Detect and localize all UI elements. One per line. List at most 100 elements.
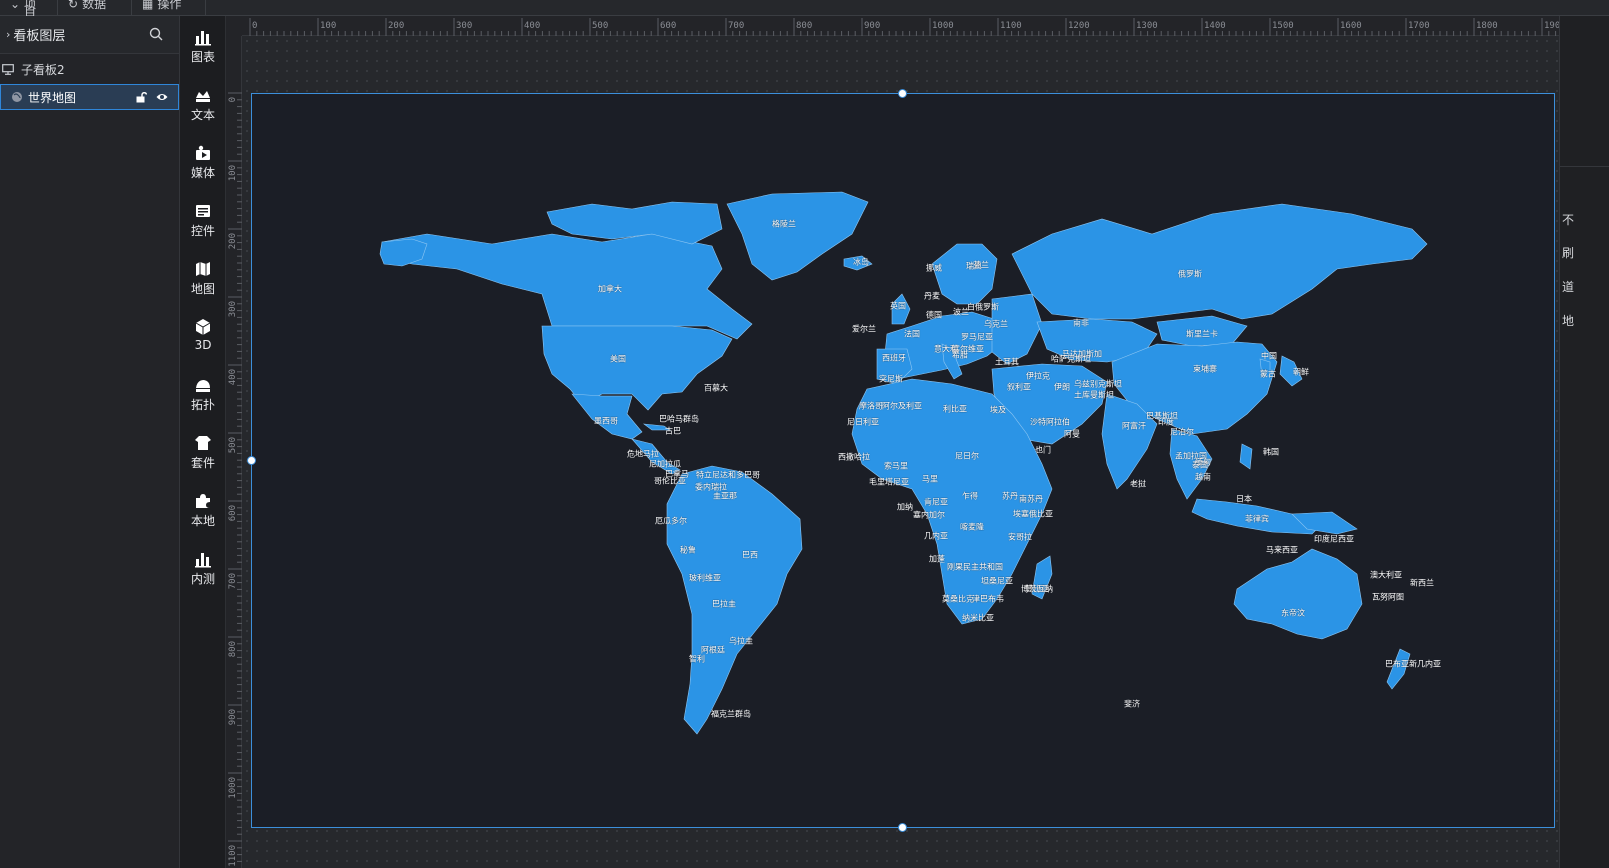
menu-project-label: 项目: [24, 0, 37, 16]
kit-icon: [195, 436, 211, 450]
resize-handle-left[interactable]: [247, 456, 256, 465]
country-label: 巴西: [742, 550, 758, 560]
resize-handle-bottom[interactable]: [898, 823, 907, 832]
tool-chart[interactable]: 图表: [180, 28, 226, 82]
tool-kit[interactable]: 套件: [180, 434, 226, 488]
map-region-usa[interactable]: [541, 325, 733, 411]
menu-data[interactable]: ↻ 数据: [58, 0, 132, 16]
eye-icon[interactable]: [156, 91, 168, 103]
country-label: 加蓬: [929, 554, 945, 564]
country-label: 澳大利亚: [1370, 570, 1402, 580]
tool-media[interactable]: 媒体: [180, 144, 226, 198]
tool-beta[interactable]: 内测: [180, 550, 226, 604]
country-label: 埃及: [990, 405, 1006, 415]
tool-media-label: 媒体: [190, 166, 215, 180]
divider: [1560, 166, 1609, 167]
country-label: 纳米比亚: [962, 613, 994, 623]
country-label: 几内亚: [924, 531, 948, 541]
cube-icon: [195, 319, 211, 335]
country-label: 巴哈马群岛: [659, 414, 699, 424]
ruler-vertical[interactable]: 0 100 200 300 400 500 600 700 800 900 1000 1100: [226, 36, 242, 868]
ruler-label: 1600: [1340, 21, 1362, 31]
property-label-4: 地: [1562, 314, 1575, 328]
resize-handle-top[interactable]: [898, 89, 907, 98]
country-label: 墨西哥: [594, 416, 618, 426]
collapse-arrow-icon[interactable]: ›: [6, 28, 10, 41]
country-label: 喀麦隆: [960, 522, 984, 532]
menu-operation-label: 操作: [157, 0, 182, 11]
ruler-label: 0: [228, 97, 238, 103]
country-label: 罗马尼亚: [961, 332, 993, 342]
ruler-label: 900: [228, 709, 238, 726]
country-label: 伊朗: [1054, 382, 1070, 392]
country-label: 希腊: [952, 350, 968, 360]
tool-local[interactable]: 本地: [180, 492, 226, 546]
ruler-label: 700: [728, 21, 745, 31]
country-label: 泰国: [1192, 460, 1208, 470]
country-label: 土耳其: [995, 357, 1019, 367]
ruler-label: 1800: [1476, 21, 1498, 31]
country-label: 英国: [890, 301, 906, 311]
country-label: 柬埔寨: [1193, 364, 1217, 374]
ruler-label: 900: [864, 21, 881, 31]
country-label: 肯尼亚: [924, 497, 948, 507]
tool-map[interactable]: 地图: [180, 260, 226, 314]
ruler-label: 1500: [1272, 21, 1294, 31]
map-region-australia[interactable]: [1233, 548, 1363, 640]
menu-data-label: 数据: [82, 0, 107, 11]
ruler-horizontal[interactable]: 0 100 200 300 400 500 600 700 800 900 1000 1100 1200…: [242, 16, 1566, 36]
top-toolbar: ⌄ 项目 ↻ 数据 ▦ 操作: [0, 0, 1609, 16]
text-icon: [196, 91, 210, 102]
country-label: 丹麦: [924, 291, 940, 301]
menu-project[interactable]: ⌄ 项目: [0, 0, 58, 16]
country-label: 刚果民主共和国: [947, 562, 1003, 572]
country-label: 加拿大: [598, 284, 622, 294]
country-label: 安哥拉: [1008, 532, 1032, 542]
ruler-label: 800: [796, 21, 813, 31]
ruler-label: 200: [228, 233, 238, 250]
country-label: 巴拉圭: [712, 599, 736, 609]
country-label: 百慕大: [704, 383, 728, 393]
country-label: 摩洛哥: [859, 401, 883, 411]
country-label: 秘鲁: [680, 545, 696, 555]
country-label: 博茨瓦纳: [1021, 584, 1053, 594]
canvas-area[interactable]: 格陵兰 加拿大 美国 墨西哥 古巴 巴哈马群岛 危地马拉 尼加拉瓜 巴拿马 哥伦比亚 委内瑞拉 圭亚那…: [242, 36, 1559, 868]
country-label: 埃塞俄比亚: [1013, 509, 1053, 519]
country-label: 朝鲜: [1293, 367, 1309, 377]
country-label: 突尼斯: [879, 374, 903, 384]
layer-panel: › 看板图层 子看板2 世界地图: [0, 16, 180, 868]
tool-topology[interactable]: 拓扑: [180, 376, 226, 430]
search-icon[interactable]: [149, 27, 163, 41]
country-label: 俄罗斯: [1178, 269, 1202, 279]
ruler-label: 800: [228, 641, 238, 658]
layer-item-world-map[interactable]: 世界地图: [0, 84, 179, 110]
country-label: 沙特阿拉伯: [1030, 417, 1070, 427]
tool-text-label: 文本: [190, 108, 215, 122]
country-label: 南苏丹: [1019, 494, 1043, 504]
unlock-icon[interactable]: [135, 91, 147, 103]
map-region-scandinavia[interactable]: [931, 243, 998, 305]
tool-text[interactable]: 文本: [180, 86, 226, 140]
ruler-label: 300: [228, 301, 238, 318]
tool-widget[interactable]: 控件: [180, 202, 226, 256]
properties-panel: 不 刷 道 地: [1559, 16, 1609, 868]
property-label-1: 不: [1562, 213, 1575, 227]
topology-icon: [196, 380, 210, 392]
map-region-russia[interactable]: [1011, 203, 1428, 320]
layer-panel-header: › 看板图层: [0, 16, 179, 54]
tool-3d[interactable]: 3D: [180, 318, 226, 372]
layer-group-label: 子看板2: [21, 62, 65, 77]
country-label: 索马里: [884, 461, 908, 471]
layer-group-row[interactable]: 子看板2: [0, 56, 179, 82]
ruler-label: 600: [660, 21, 677, 31]
map-region-canada[interactable]: [381, 233, 753, 340]
menu-operation[interactable]: ▦ 操作: [132, 0, 206, 16]
map-region-philippines[interactable]: [1239, 443, 1253, 470]
country-label: 阿曼: [1064, 429, 1080, 439]
ruler-label: 200: [388, 21, 405, 31]
country-label: 利比亚: [943, 404, 967, 414]
layer-item-label: 世界地图: [28, 90, 77, 105]
country-label: 阿尔及利亚: [882, 401, 922, 411]
world-map-component[interactable]: 格陵兰 加拿大 美国 墨西哥 古巴 巴哈马群岛 危地马拉 尼加拉瓜 巴拿马 哥伦比亚 委内瑞拉 圭亚那…: [247, 89, 1555, 832]
tool-kit-label: 套件: [190, 456, 215, 470]
